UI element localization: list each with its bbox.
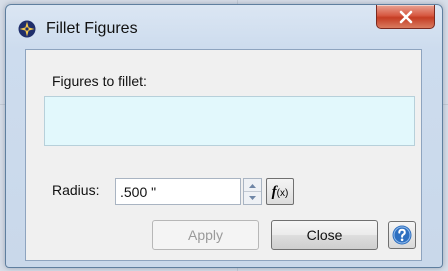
compass-star-icon — [18, 20, 36, 38]
spin-up-button[interactable] — [244, 179, 261, 192]
fillet-figures-dialog: Fillet Figures Figures to fillet: Radius… — [5, 4, 443, 268]
help-button[interactable] — [388, 221, 416, 249]
radius-spinner — [243, 178, 262, 205]
apply-button[interactable]: Apply — [152, 220, 259, 250]
close-button[interactable]: Close — [271, 220, 378, 250]
window-title: Fillet Figures — [46, 20, 138, 37]
title-bar[interactable]: Fillet Figures — [6, 5, 442, 51]
figures-selection-field[interactable] — [44, 96, 415, 146]
radius-label: Radius: — [52, 182, 100, 198]
window-close-button[interactable] — [376, 5, 435, 29]
spin-down-button[interactable] — [244, 192, 261, 204]
arrow-up-icon — [249, 184, 256, 188]
formula-x-label: (x) — [276, 188, 289, 199]
help-icon — [392, 225, 412, 245]
figures-label: Figures to fillet: — [52, 73, 147, 89]
arrow-down-icon — [249, 196, 256, 200]
close-icon — [399, 10, 413, 24]
radius-input[interactable] — [115, 178, 241, 205]
dialog-content: Figures to fillet: Radius: f(x) Apply Cl… — [25, 49, 422, 261]
formula-button[interactable]: f(x) — [266, 178, 294, 205]
